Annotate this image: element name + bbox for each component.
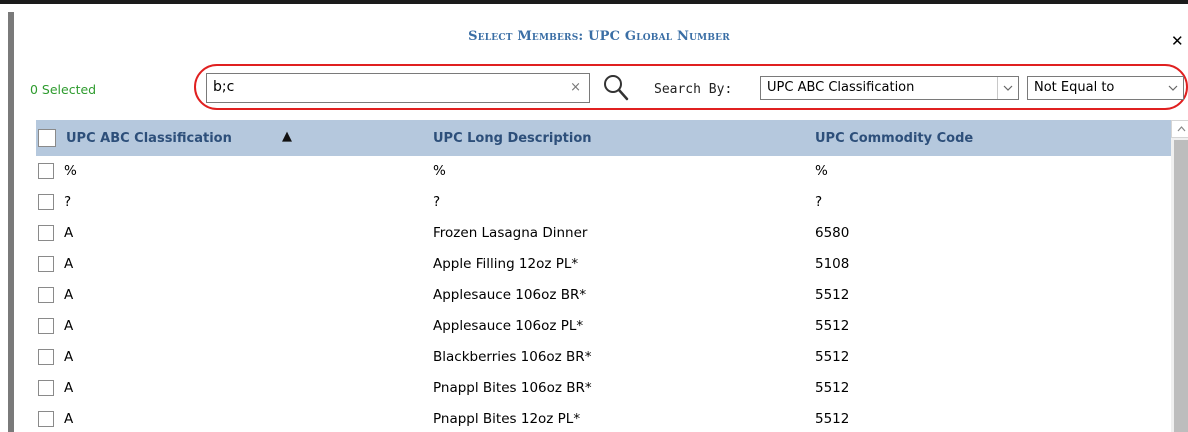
cell-commodity-code: 5512 (815, 349, 850, 365)
column-header-abc-classification[interactable]: UPC ABC Classification (66, 131, 232, 146)
cell-commodity-code: 5512 (815, 380, 850, 396)
cell-commodity-code: 5512 (815, 287, 850, 303)
search-by-value: UPC ABC Classification (767, 80, 915, 95)
cell-long-description: Pnappl Bites 12oz PL* (433, 411, 581, 427)
cell-long-description: Applesauce 106oz BR* (433, 287, 587, 303)
scroll-up-icon[interactable] (1171, 120, 1188, 138)
search-input[interactable]: b;c × (206, 73, 590, 103)
cell-long-description: ? (433, 194, 441, 210)
chevron-down-icon[interactable] (997, 77, 1018, 99)
vertical-scrollbar[interactable] (1171, 120, 1188, 432)
grid-header: UPC ABC Classification ▲ UPC Long Descri… (36, 120, 1171, 156)
cell-abc-classification: A (64, 318, 74, 334)
cell-commodity-code: % (815, 163, 828, 179)
row-checkbox[interactable] (38, 225, 54, 241)
table-row[interactable]: A Pnappl Bites 106oz BR* 5512 (36, 373, 1171, 404)
cell-abc-classification: A (64, 411, 74, 427)
cell-long-description: Frozen Lasagna Dinner (433, 225, 588, 241)
scrollbar-thumb[interactable] (1174, 140, 1188, 432)
table-row[interactable]: A Frozen Lasagna Dinner 6580 (36, 218, 1171, 249)
cell-abc-classification: % (64, 163, 77, 179)
search-by-label: Search By: (654, 82, 733, 97)
table-row[interactable]: A Apple Filling 12oz PL* 5108 (36, 249, 1171, 280)
operator-value: Not Equal to (1034, 80, 1115, 95)
cell-abc-classification: ? (64, 194, 72, 210)
cell-commodity-code: 5512 (815, 411, 850, 427)
members-grid: UPC ABC Classification ▲ UPC Long Descri… (36, 120, 1188, 432)
row-checkbox[interactable] (38, 349, 54, 365)
row-checkbox[interactable] (38, 163, 54, 179)
clear-search-icon[interactable]: × (570, 80, 581, 95)
cell-abc-classification: A (64, 380, 74, 396)
table-row[interactable]: A Pnappl Bites 12oz PL* 5512 (36, 404, 1171, 432)
row-checkbox[interactable] (38, 287, 54, 303)
cell-abc-classification: A (64, 225, 74, 241)
cell-abc-classification: A (64, 256, 74, 272)
select-members-dialog: Select Members: UPC Global Number ✕ 0 Se… (8, 12, 1188, 432)
search-icon[interactable] (602, 72, 630, 102)
search-by-select[interactable]: UPC ABC Classification (760, 76, 1019, 100)
sort-ascending-icon[interactable]: ▲ (282, 129, 292, 144)
table-row[interactable]: ? ? ? (36, 187, 1171, 218)
cell-long-description: Pnappl Bites 106oz BR* (433, 380, 592, 396)
row-checkbox[interactable] (38, 194, 54, 210)
cell-long-description: Blackberries 106oz BR* (433, 349, 592, 365)
cell-long-description: % (433, 163, 446, 179)
row-checkbox[interactable] (38, 318, 54, 334)
cell-long-description: Applesauce 106oz PL* (433, 318, 584, 334)
cell-commodity-code: 5512 (815, 318, 850, 334)
table-row[interactable]: A Blackberries 106oz BR* 5512 (36, 342, 1171, 373)
table-row[interactable]: % % % (36, 156, 1171, 187)
cell-abc-classification: A (64, 287, 74, 303)
table-row[interactable]: A Applesauce 106oz BR* 5512 (36, 280, 1171, 311)
operator-select[interactable]: Not Equal to (1027, 76, 1184, 100)
chevron-down-icon[interactable] (1163, 77, 1183, 99)
selected-count: 0 Selected (30, 82, 97, 97)
close-icon[interactable]: ✕ (1171, 32, 1184, 50)
cell-commodity-code: ? (815, 194, 823, 210)
cell-abc-classification: A (64, 349, 74, 365)
cell-commodity-code: 5108 (815, 256, 850, 272)
column-header-commodity-code[interactable]: UPC Commodity Code (815, 131, 973, 146)
column-header-long-description[interactable]: UPC Long Description (433, 131, 592, 146)
dialog-title: Select Members: UPC Global Number (468, 29, 730, 44)
table-row[interactable]: A Applesauce 106oz PL* 5512 (36, 311, 1171, 342)
search-input-value[interactable]: b;c (213, 79, 234, 95)
row-checkbox[interactable] (38, 380, 54, 396)
cell-long-description: Apple Filling 12oz PL* (433, 256, 579, 272)
top-border (0, 0, 1188, 4)
select-all-checkbox[interactable] (38, 129, 56, 147)
cell-commodity-code: 6580 (815, 225, 850, 241)
row-checkbox[interactable] (38, 411, 54, 427)
row-checkbox[interactable] (38, 256, 54, 272)
